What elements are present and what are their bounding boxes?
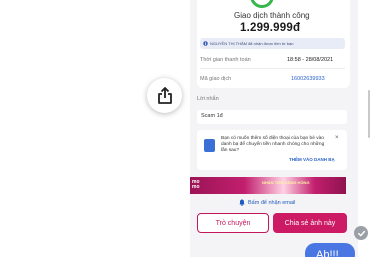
payment-time-value: 18:58 - 28/08/2021 — [287, 57, 334, 63]
email-link-text: Bấm để nhận email — [248, 199, 296, 206]
share-icon — [157, 87, 172, 104]
contact-book-icon — [204, 139, 215, 152]
add-contact-button[interactable]: THÊM VÀO DANH BẠ — [289, 157, 335, 162]
share-button[interactable] — [147, 78, 182, 113]
banner-title: NHẬN TIỀN SĂNG HỎNG — [262, 180, 310, 185]
banner-brand: mo mo — [192, 180, 200, 190]
message-text: Scam 1đ — [197, 110, 347, 124]
message-label: Lời nhắn — [197, 96, 219, 102]
selected-check-icon[interactable] — [354, 226, 368, 240]
status-title: Giao dịch thành công — [234, 11, 310, 20]
check-icon — [357, 230, 365, 236]
bell-icon — [239, 199, 245, 206]
row-divider — [200, 68, 345, 69]
notice-text: NGUYỄN THỊ THẮM đã nhận được tiền từ bạn — [210, 41, 294, 46]
banner-brand-bottom: mo — [192, 184, 200, 190]
share-image-button[interactable]: Chia sẻ ảnh này — [273, 213, 347, 233]
payment-time-label: Thời gian thanh toán — [200, 57, 251, 63]
chat-button[interactable]: Trò chuyện — [197, 213, 269, 233]
chat-bubble-text: Ab!!! — [316, 249, 339, 257]
add-contact-text: Bạn có muốn thêm số điện thoại của bạn b… — [221, 136, 325, 154]
close-icon[interactable]: × — [335, 135, 339, 141]
info-icon — [203, 41, 208, 46]
transaction-id-value[interactable]: 16002639933 — [291, 76, 325, 82]
amount: 1.299.999đ — [240, 22, 301, 34]
email-link[interactable]: Bấm để nhận email — [239, 199, 295, 206]
transaction-id-label: Mã giao dịch — [200, 76, 232, 82]
recipient-notice: NGUYỄN THỊ THẮM đã nhận được tiền từ bạn — [200, 38, 345, 49]
scrollbar[interactable] — [368, 90, 370, 138]
